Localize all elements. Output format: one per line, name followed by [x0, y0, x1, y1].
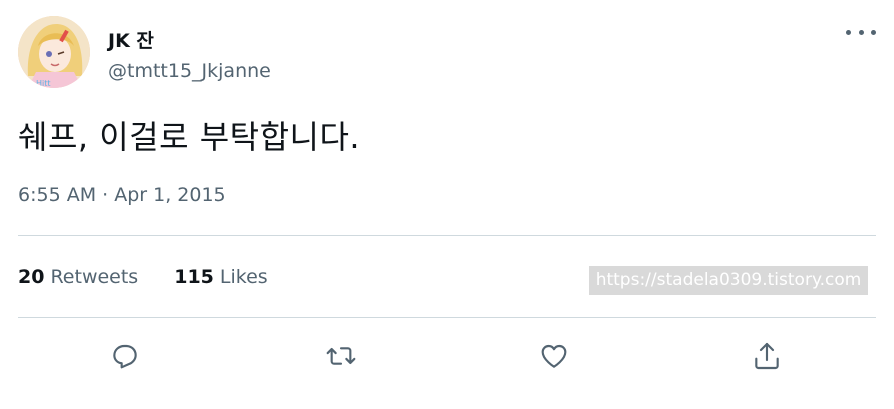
display-name[interactable]: JK 잔	[108, 26, 154, 53]
more-dot	[858, 29, 864, 35]
retweet-button[interactable]	[321, 336, 361, 376]
retweet-icon	[326, 347, 356, 365]
likes-stat[interactable]: 115 Likes	[174, 266, 267, 288]
reply-button[interactable]	[105, 336, 145, 376]
more-dot	[871, 29, 876, 35]
avatar[interactable]: Hitt	[18, 16, 90, 88]
divider	[18, 235, 876, 236]
user-handle[interactable]: @tmtt15_Jkjanne	[108, 60, 271, 82]
share-icon	[755, 342, 779, 370]
tweet-timestamp[interactable]: 6:55 AM · Apr 1, 2015	[18, 184, 226, 206]
engagement-stats: 20 Retweets 115 Likes	[18, 266, 268, 288]
reply-icon	[113, 344, 137, 369]
svg-text:Hitt: Hitt	[36, 79, 51, 88]
heart-icon	[541, 344, 567, 368]
retweets-label: Retweets	[50, 266, 139, 288]
divider	[18, 317, 876, 318]
more-dot	[846, 29, 851, 35]
tweet-text: 쉐프, 이걸로 부탁합니다.	[18, 118, 361, 156]
avatar-illustration: Hitt	[18, 16, 90, 88]
action-bar	[0, 336, 894, 376]
share-button[interactable]	[747, 336, 787, 376]
like-button[interactable]	[534, 336, 574, 376]
more-options-icon[interactable]	[846, 22, 876, 42]
tweet-card: Hitt JK 잔 @tmtt15_Jkjanne 쉐프, 이걸로 부탁합니다.…	[0, 0, 894, 409]
retweets-stat[interactable]: 20 Retweets	[18, 266, 138, 288]
watermark: https://stadela0309.tistory.com	[589, 266, 868, 295]
retweets-count: 20	[18, 266, 45, 288]
likes-label: Likes	[219, 266, 268, 288]
likes-count: 115	[174, 266, 214, 288]
